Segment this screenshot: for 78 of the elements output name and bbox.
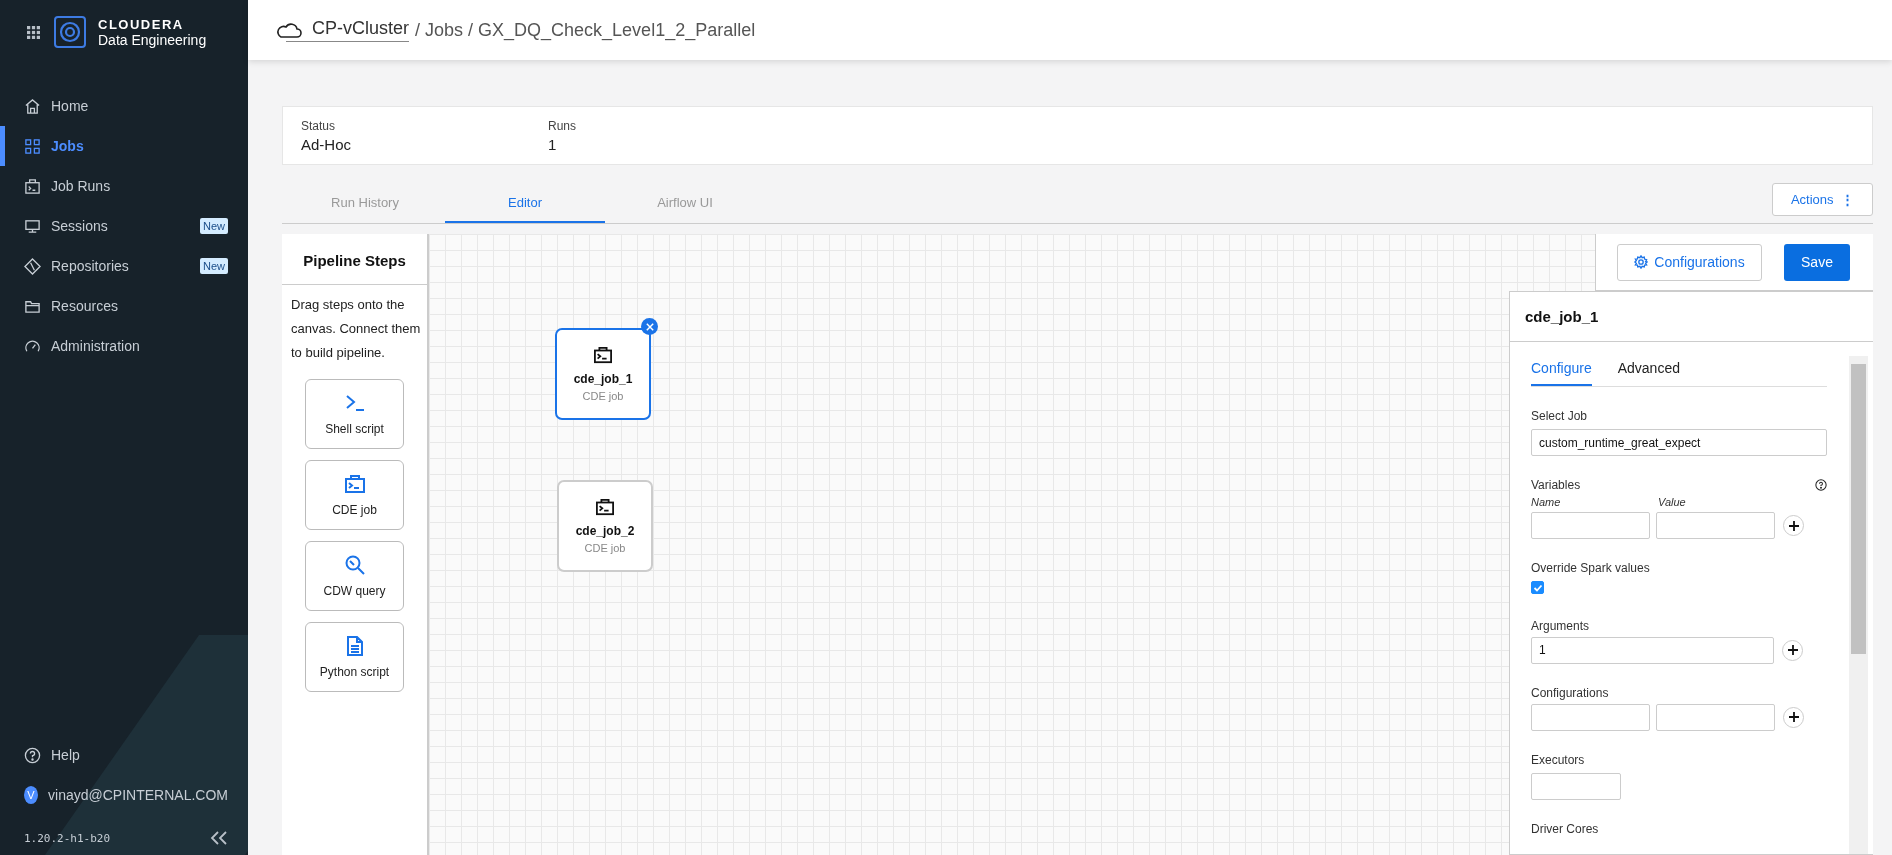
key-field[interactable] bbox=[1531, 703, 1650, 731]
new-badge: New bbox=[200, 218, 228, 234]
tab[interactable]: Configure bbox=[1531, 352, 1592, 386]
instructions-text: Drag steps onto the canvas. Connect them to build pipeline. bbox=[291, 296, 422, 362]
help-link[interactable]: Help bbox=[0, 735, 248, 775]
step-tile[interactable]: CDE job bbox=[305, 460, 404, 530]
value-field[interactable] bbox=[1656, 512, 1775, 539]
cluster-link[interactable]: CP-vCluster bbox=[286, 18, 409, 42]
plus-icon bbox=[1788, 520, 1799, 531]
summary-value: Ad-Hoc bbox=[301, 135, 353, 153]
search-icon bbox=[343, 554, 366, 576]
briefcase-icon bbox=[595, 498, 615, 516]
add-button[interactable] bbox=[1782, 639, 1803, 661]
nav-item[interactable]: Sessions New bbox=[0, 206, 248, 246]
column-label: Value bbox=[1658, 496, 1687, 508]
user-menu[interactable]: V vinayd@CPINTERNAL.COM bbox=[0, 775, 248, 815]
number-field[interactable] bbox=[1531, 772, 1621, 800]
argument-field[interactable]: 1 bbox=[1531, 636, 1774, 664]
briefcase-icon bbox=[24, 177, 41, 195]
nav-item[interactable]: Repositories New bbox=[0, 246, 248, 286]
field-label: Executors bbox=[1531, 752, 1585, 767]
close-icon bbox=[645, 322, 654, 331]
briefcase-icon bbox=[593, 346, 613, 364]
value-field[interactable] bbox=[1656, 703, 1775, 731]
key-field[interactable] bbox=[1531, 512, 1650, 539]
home-icon bbox=[24, 97, 41, 115]
nav-item[interactable]: Jobs bbox=[0, 126, 248, 166]
brand-name: CLOUDERA bbox=[98, 16, 185, 32]
product-name: Data Engineering bbox=[98, 31, 207, 48]
add-button[interactable] bbox=[1783, 515, 1804, 536]
plus-icon bbox=[1787, 645, 1798, 655]
field-label: Arguments bbox=[1531, 618, 1590, 633]
save-button[interactable]: Save bbox=[1784, 243, 1850, 281]
plus-icon bbox=[1788, 712, 1799, 722]
scrollbar[interactable] bbox=[1849, 356, 1868, 854]
version-label: 1.20.2-h1-b20 bbox=[24, 831, 111, 845]
summary-value: 1 bbox=[548, 135, 558, 153]
help-icon bbox=[24, 746, 41, 764]
new-badge: New bbox=[200, 258, 228, 274]
summary-label: Runs bbox=[548, 118, 577, 133]
diamond-icon bbox=[24, 257, 41, 275]
field-label: Configurations bbox=[1531, 685, 1609, 700]
step-tile[interactable]: CDW query bbox=[305, 541, 404, 611]
configurations-button[interactable]: Configurations bbox=[1617, 243, 1762, 281]
user-avatar: V bbox=[24, 786, 39, 804]
breadcrumb-path: / Jobs / GX_DQ_Check_Level1_2_Parallel bbox=[415, 19, 756, 41]
nav-item[interactable]: Job Runs bbox=[0, 166, 248, 206]
panel-title: cde_job_1 bbox=[1510, 292, 1873, 342]
monitor-icon bbox=[24, 217, 41, 235]
cloud-icon bbox=[276, 22, 302, 38]
logo-icon bbox=[54, 16, 86, 48]
settings-icon bbox=[1634, 255, 1649, 269]
grid-icon bbox=[24, 137, 41, 155]
field-label: Override Spark values bbox=[1531, 561, 1650, 575]
step-tile[interactable]: Shell script bbox=[305, 379, 404, 449]
tab[interactable]: Advanced bbox=[1617, 352, 1680, 386]
panel-title: Pipeline Steps bbox=[282, 234, 427, 285]
tab[interactable]: Editor bbox=[445, 183, 605, 223]
checkbox[interactable] bbox=[1531, 581, 1544, 594]
actions-button[interactable]: Actions ⋮ bbox=[1772, 182, 1873, 216]
remove-node-button[interactable] bbox=[641, 318, 658, 335]
help-icon[interactable] bbox=[1815, 479, 1827, 491]
step-tile[interactable]: Python script bbox=[305, 622, 404, 692]
field-label: Select Job bbox=[1531, 409, 1588, 423]
app-grid-icon[interactable] bbox=[27, 25, 40, 39]
add-button[interactable] bbox=[1783, 706, 1804, 728]
field-label: Variables bbox=[1531, 478, 1581, 492]
briefcase-icon bbox=[343, 473, 366, 495]
column-label: Name bbox=[1531, 496, 1562, 508]
nav-item[interactable]: Resources bbox=[0, 286, 248, 326]
summary-label: Status bbox=[301, 118, 337, 133]
field-label: Driver Cores bbox=[1531, 821, 1599, 836]
select-job-field[interactable]: custom_runtime_great_expect bbox=[1531, 429, 1827, 456]
collapse-icon[interactable] bbox=[210, 831, 228, 845]
nav-item[interactable]: Home bbox=[0, 86, 248, 126]
nav-item[interactable]: Administration bbox=[0, 326, 248, 366]
job-node[interactable]: cde_job_2 CDE job bbox=[557, 480, 653, 572]
job-node[interactable]: cde_job_1 CDE job bbox=[555, 328, 651, 420]
